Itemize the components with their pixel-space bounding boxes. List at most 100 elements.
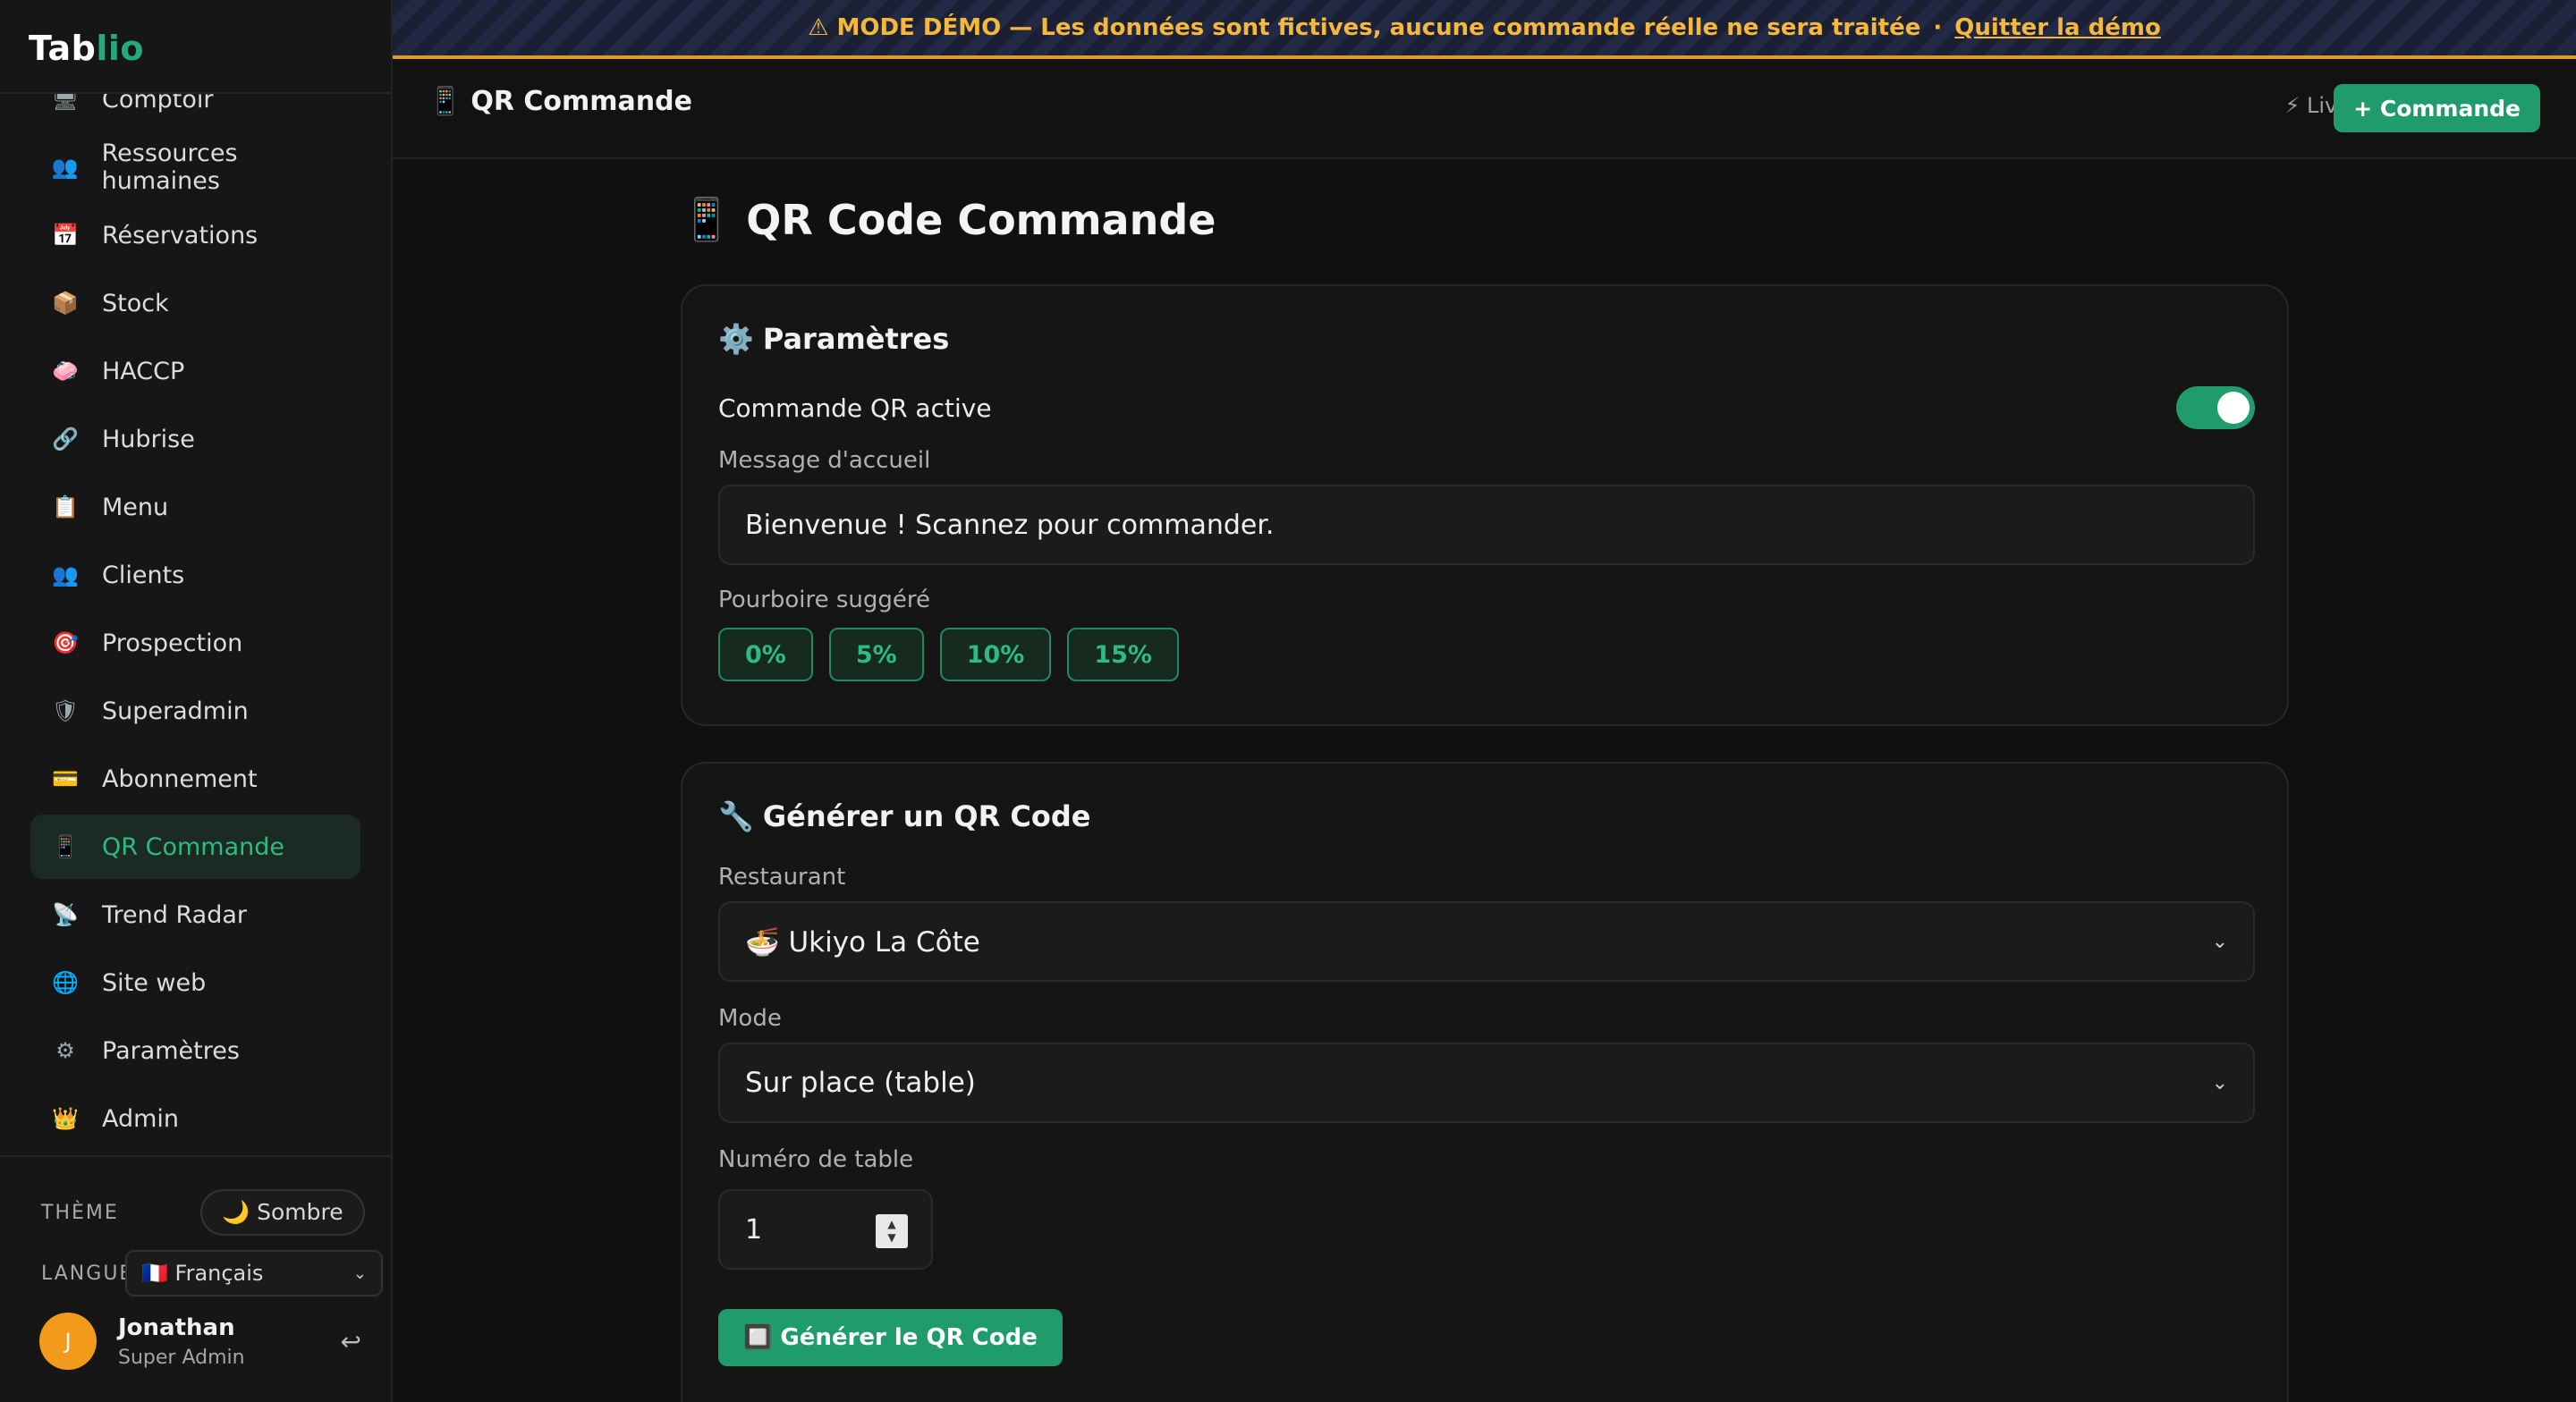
user-info: Jonathan Super Admin xyxy=(118,1314,341,1369)
sidebar-item-abonnement[interactable]: 💳 Abonnement xyxy=(30,747,360,811)
sidebar-item-icon: 👥 xyxy=(51,155,79,180)
theme-label: THÈME xyxy=(41,1201,119,1224)
sidebar-item-icon: 💳 xyxy=(52,766,79,791)
sidebar-item-qr-commande[interactable]: 📱 QR Commande xyxy=(30,815,360,879)
tip-button[interactable]: 15% xyxy=(1067,628,1179,681)
sidebar-item-menu[interactable]: 📋 Menu xyxy=(30,475,360,539)
sidebar-item-icon: 🎯 xyxy=(52,630,79,655)
number-spinner[interactable]: ▲ ▼ xyxy=(876,1214,908,1248)
settings-card-title-text: Paramètres xyxy=(762,322,950,356)
user-profile: J Jonathan Super Admin ↩ xyxy=(39,1313,361,1370)
generate-card-title: 🔧 Générer un QR Code xyxy=(718,799,1090,833)
sidebar-item-label: Paramètres xyxy=(102,1036,240,1065)
spinner-up-icon[interactable]: ▲ xyxy=(887,1218,895,1231)
toggle-knob xyxy=(2217,392,2250,424)
avatar[interactable]: J xyxy=(39,1313,97,1370)
sidebar-item-superadmin[interactable]: 🛡 Superadmin xyxy=(30,679,360,743)
qr-active-label: Commande QR active xyxy=(718,393,992,423)
main-heading: 📱 QR Code Commande xyxy=(681,195,1216,244)
sidebar-item-icon: 📅 xyxy=(52,223,79,248)
welcome-message-label: Message d'accueil xyxy=(718,447,931,474)
phone-icon: 📱 xyxy=(428,86,462,117)
sidebar-item-icon: 📦 xyxy=(52,291,79,316)
sidebar-item-label: Ressources humaines xyxy=(101,139,238,195)
app-root: Tablio 🖥 Comptoir 👥 Ressources humaines 📅 Rés… xyxy=(0,0,2576,1402)
wrench-icon: 🔧 xyxy=(718,799,754,833)
chevron-down-icon: ⌄ xyxy=(2211,930,2228,953)
qr-active-row: Commande QR active xyxy=(718,386,2255,429)
tip-label: Pourboire suggéré xyxy=(718,587,930,613)
sidebar-item-icon: 🧼 xyxy=(52,359,79,384)
restaurant-select[interactable]: 🍜 Ukiyo La Côte ⌄ xyxy=(718,901,2255,982)
language-row: LANGUE 🇫🇷 Français ⌄ xyxy=(41,1250,383,1296)
table-number-input[interactable]: 1 ▲ ▼ xyxy=(718,1189,933,1270)
tip-button[interactable]: 10% xyxy=(939,628,1052,681)
sidebar-item-label: Hubrise xyxy=(102,425,195,453)
sidebar-item-label: HACCP xyxy=(102,357,185,385)
sidebar-item-haccp[interactable]: 🧼 HACCP xyxy=(30,339,360,403)
sidebar-item-site-web[interactable]: 🌐 Site web xyxy=(30,950,360,1015)
generate-card-title-text: Générer un QR Code xyxy=(762,799,1091,833)
sidebar-item-ressources-humaines[interactable]: 👥 Ressources humaines xyxy=(30,135,360,199)
tip-button[interactable]: 5% xyxy=(828,628,924,681)
settings-card: ⚙️ Paramètres Commande QR active Message… xyxy=(681,284,2289,726)
sidebar-item-icon: 🖥 xyxy=(51,94,80,112)
spinner-down-icon[interactable]: ▼ xyxy=(887,1231,895,1245)
sidebar-item-comptoir[interactable]: 🖥 Comptoir xyxy=(30,94,360,131)
logout-icon[interactable]: ↩ xyxy=(341,1327,361,1356)
sidebar-item-label: Comptoir xyxy=(102,94,214,114)
main-content: 📱 QR Code Commande ⚙️ Paramètres Command… xyxy=(393,159,2576,1402)
restaurant-select-value: 🍜 Ukiyo La Côte xyxy=(745,925,980,959)
restaurant-label: Restaurant xyxy=(718,864,846,891)
mode-select-value: Sur place (table) xyxy=(745,1067,976,1099)
language-select[interactable]: 🇫🇷 Français ⌄ xyxy=(125,1250,383,1296)
sidebar-item-r-servations[interactable]: 📅 Réservations xyxy=(30,203,360,267)
sidebar-item-label: Abonnement xyxy=(102,764,258,793)
sidebar-item-icon: ⚙ xyxy=(55,1038,75,1063)
generate-qr-button[interactable]: 🔲 Générer le QR Code xyxy=(718,1309,1063,1366)
sidebar-item-icon: 👑 xyxy=(52,1106,79,1131)
quit-demo-link[interactable]: Quitter la démo xyxy=(1954,14,2161,41)
chevron-down-icon: ⌄ xyxy=(352,1263,367,1283)
page-title: 📱 QR Commande xyxy=(428,86,692,117)
demo-banner-separator: · xyxy=(1933,14,1943,41)
sidebar-item-stock[interactable]: 📦 Stock xyxy=(30,271,360,335)
sidebar-item-label: QR Commande xyxy=(102,832,284,861)
sidebar-item-label: Réservations xyxy=(102,221,258,249)
sidebar-item-icon: 🛡 xyxy=(51,698,80,723)
table-number-value: 1 xyxy=(745,1213,763,1246)
demo-mode-banner: ⚠ MODE DÉMO — Les données sont fictives,… xyxy=(393,0,2576,59)
sidebar-item-label: Superadmin xyxy=(102,697,249,725)
sidebar-item-prospection[interactable]: 🎯 Prospection xyxy=(30,611,360,675)
sidebar-item-icon: 📡 xyxy=(52,902,79,927)
tip-button[interactable]: 0% xyxy=(718,628,813,681)
sidebar-item-icon: 📋 xyxy=(52,494,79,519)
sidebar-item-label: Clients xyxy=(102,561,185,589)
sidebar: Tablio 🖥 Comptoir 👥 Ressources humaines 📅 Rés… xyxy=(0,0,393,1402)
phone-icon: 📱 xyxy=(681,195,733,243)
sidebar-item-label: Site web xyxy=(102,968,207,997)
page-title-text: QR Commande xyxy=(470,86,692,117)
tablio-logo[interactable]: Tablio xyxy=(29,29,144,68)
sidebar-item-clients[interactable]: 👥 Clients xyxy=(30,543,360,607)
main-heading-text: QR Code Commande xyxy=(746,195,1216,244)
welcome-message-input[interactable]: Bienvenue ! Scannez pour commander. xyxy=(718,485,2255,565)
sidebar-item-admin[interactable]: 👑 Admin xyxy=(30,1086,360,1151)
sidebar-item-trend-radar[interactable]: 📡 Trend Radar xyxy=(30,883,360,947)
new-order-button[interactable]: + Commande xyxy=(2334,84,2540,132)
demo-banner-text: ⚠ MODE DÉMO — Les données sont fictives,… xyxy=(808,14,1921,41)
logo-text-accent: lio xyxy=(96,29,145,68)
table-number-label: Numéro de table xyxy=(718,1146,914,1173)
sidebar-item-icon: 🌐 xyxy=(52,970,79,995)
qr-active-toggle[interactable] xyxy=(2176,386,2255,429)
generate-qr-card: 🔧 Générer un QR Code Restaurant 🍜 Ukiyo … xyxy=(681,762,2289,1402)
user-name: Jonathan xyxy=(118,1313,235,1341)
sidebar-nav: 🖥 Comptoir 👥 Ressources humaines 📅 Réservatio… xyxy=(0,94,391,1155)
theme-toggle-button[interactable]: 🌙 Sombre xyxy=(200,1189,365,1236)
mode-select[interactable]: Sur place (table) ⌄ xyxy=(718,1043,2255,1123)
sidebar-item-hubrise[interactable]: 🔗 Hubrise xyxy=(30,407,360,471)
chevron-down-icon: ⌄ xyxy=(2211,1071,2228,1094)
language-select-value: 🇫🇷 Français xyxy=(141,1261,264,1286)
sidebar-item-icon: 📱 xyxy=(52,834,79,859)
sidebar-item-param-tres[interactable]: ⚙ Paramètres xyxy=(30,1018,360,1083)
